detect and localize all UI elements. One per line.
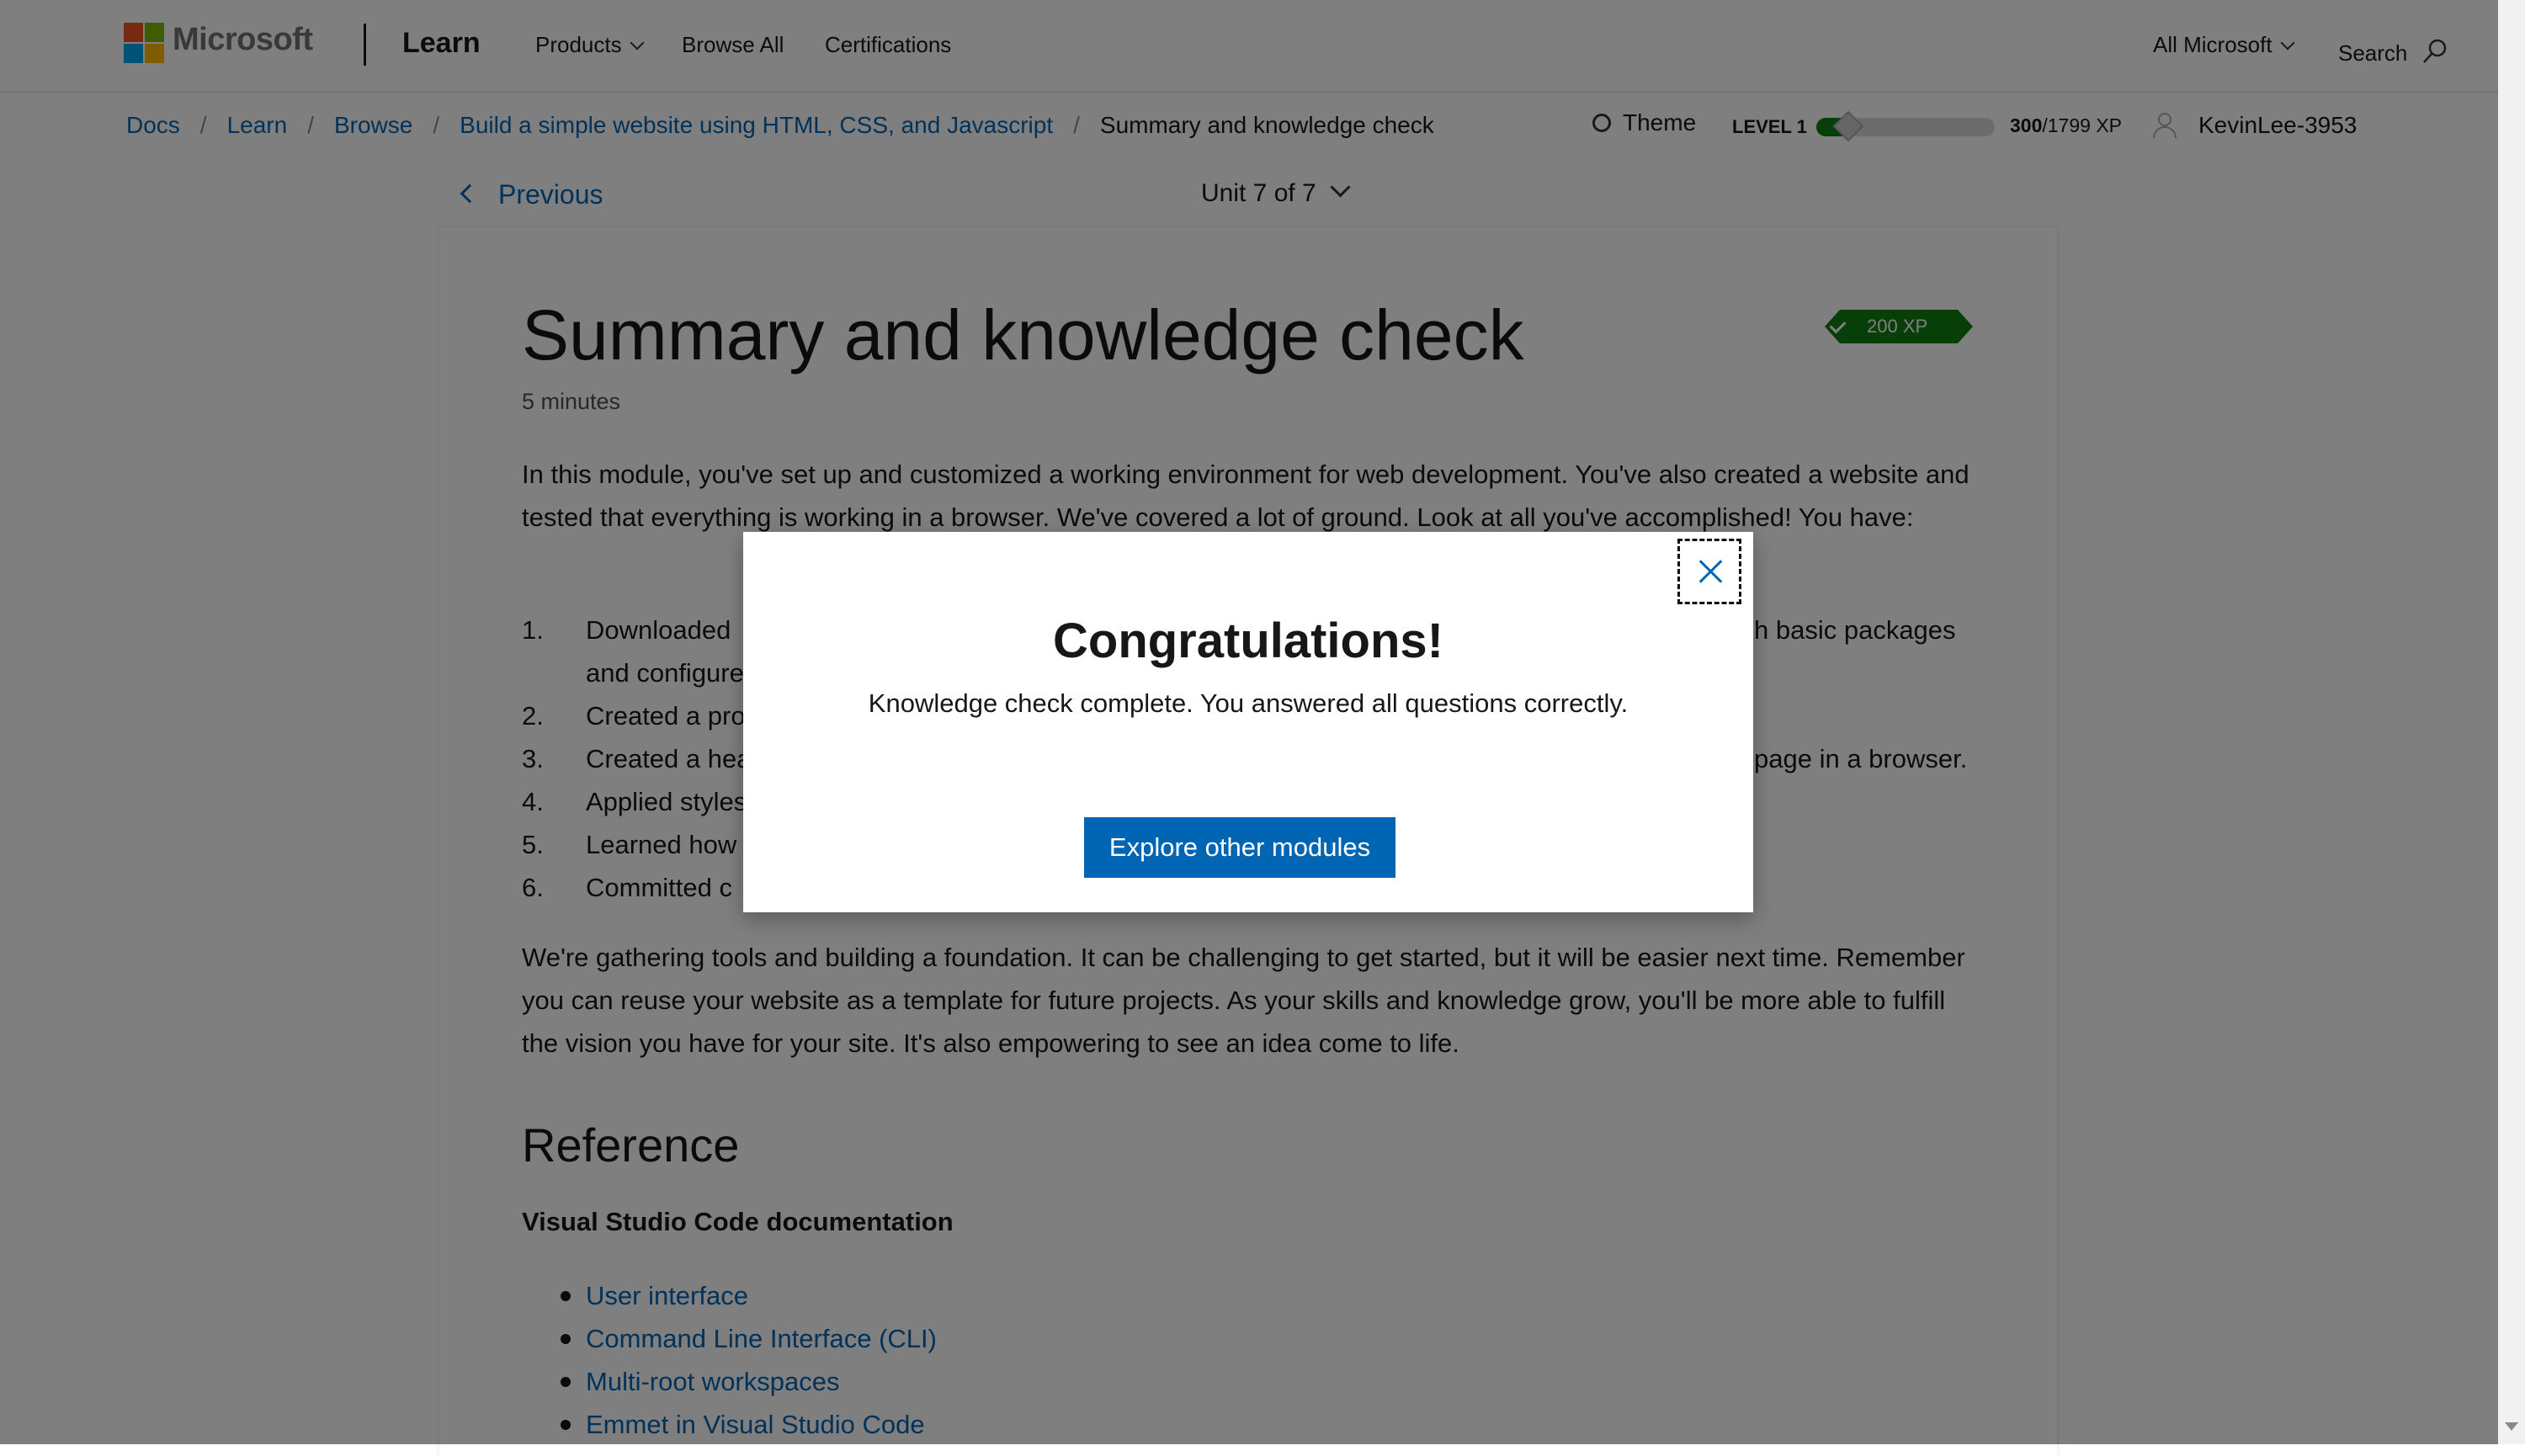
dialog-message: Knowledge check complete. You answered a…: [868, 688, 1629, 718]
scroll-down-arrow-icon[interactable]: [2505, 1422, 2518, 1431]
dialog-title: Congratulations!: [1053, 614, 1443, 668]
explore-modules-button[interactable]: Explore other modules: [1084, 817, 1395, 878]
vertical-scrollbar[interactable]: [2498, 0, 2525, 1444]
close-dialog-button[interactable]: [1677, 539, 1741, 604]
